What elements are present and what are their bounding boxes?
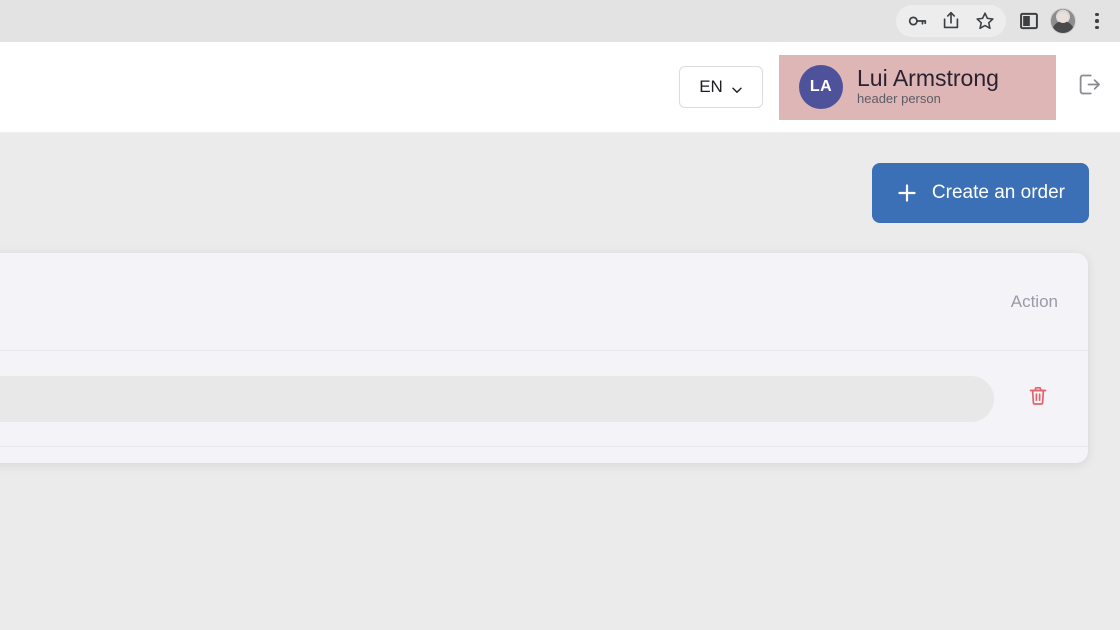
browser-toolbar bbox=[0, 0, 1120, 42]
logout-button[interactable] bbox=[1056, 55, 1120, 119]
user-name: Lui Armstrong bbox=[857, 65, 999, 92]
delete-row-button[interactable] bbox=[1018, 379, 1058, 419]
bookmark-star-icon[interactable] bbox=[968, 5, 1002, 37]
user-info: Lui Armstrong header person bbox=[857, 66, 999, 108]
language-value: EN bbox=[699, 77, 723, 96]
browser-action-pill bbox=[896, 5, 1006, 37]
avatar: LA bbox=[799, 65, 843, 109]
page-toolbar: Create an order bbox=[0, 133, 1120, 253]
table-header-row: Action bbox=[0, 253, 1088, 351]
password-key-icon[interactable] bbox=[900, 5, 934, 37]
app-header: EN LA Lui Armstrong header person bbox=[0, 42, 1120, 133]
trash-icon bbox=[1026, 384, 1050, 413]
language-selector[interactable]: EN bbox=[679, 66, 763, 108]
plus-icon bbox=[896, 182, 918, 204]
row-loading-placeholder bbox=[0, 375, 994, 422]
share-icon[interactable] bbox=[934, 5, 968, 37]
orders-table-card: Action bbox=[0, 253, 1088, 463]
user-role: header person bbox=[857, 90, 941, 106]
three-dot-menu-icon[interactable] bbox=[1080, 5, 1114, 37]
profile-avatar[interactable] bbox=[1046, 5, 1080, 37]
side-panel-icon[interactable] bbox=[1012, 5, 1046, 37]
header-user-card[interactable]: LA Lui Armstrong header person bbox=[779, 54, 1056, 120]
browser-right-controls bbox=[1012, 5, 1120, 37]
create-order-label: Create an order bbox=[931, 182, 1065, 203]
column-header-action: Action bbox=[1010, 291, 1058, 311]
logout-icon bbox=[1075, 71, 1102, 103]
chevron-down-icon bbox=[731, 81, 743, 93]
table-row bbox=[0, 351, 1088, 447]
create-order-button[interactable]: Create an order bbox=[871, 163, 1089, 223]
